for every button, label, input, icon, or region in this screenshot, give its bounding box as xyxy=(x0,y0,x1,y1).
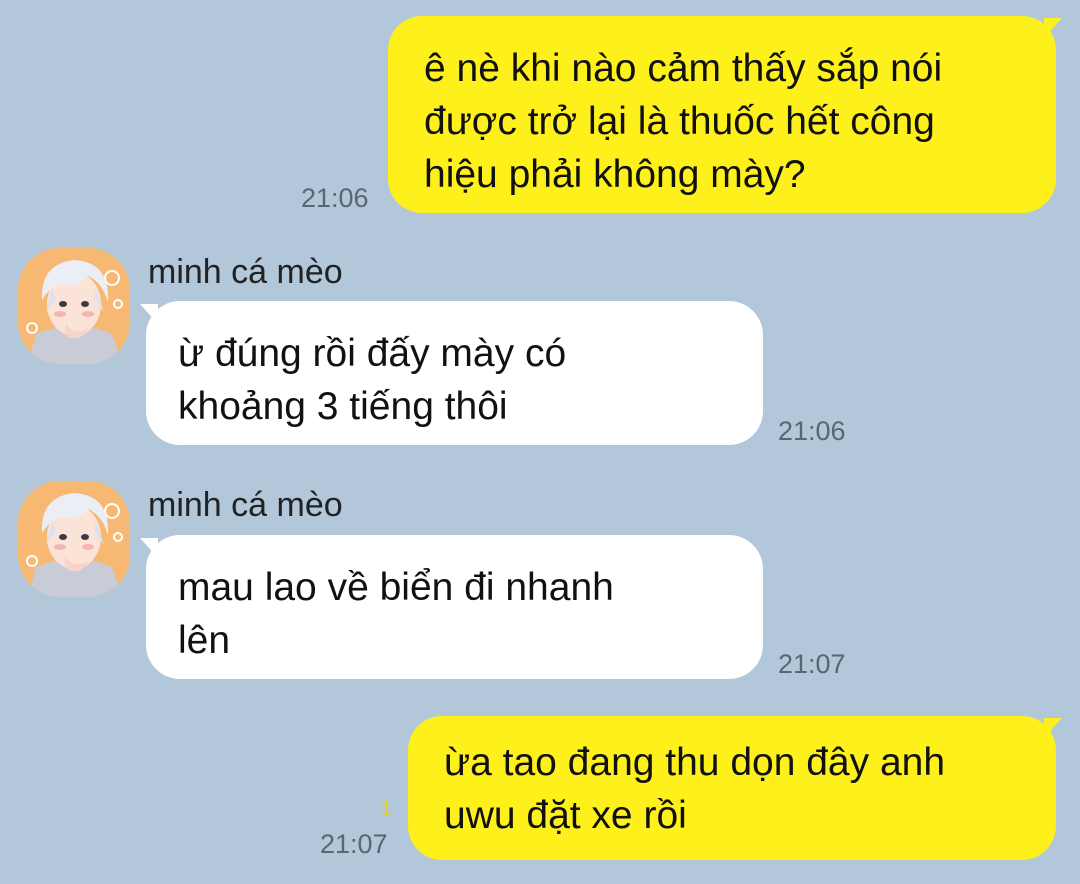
message-bubble[interactable]: ừa tao đang thu dọn đây anh uwu đặt xe r… xyxy=(408,716,1056,860)
bubble-tail xyxy=(1044,18,1062,38)
sender-name[interactable]: minh cá mèo xyxy=(148,486,343,525)
chat-message-list[interactable]: 21:06 ê nè khi nào cảm thấy sắp nói được… xyxy=(0,0,1080,884)
message-timestamp: 21:07 xyxy=(778,649,846,679)
message-bubble[interactable]: ừ đúng rồi đấy mày có khoảng 3 tiếng thô… xyxy=(146,301,763,445)
message-bubble[interactable]: ê nè khi nào cảm thấy sắp nói được trở l… xyxy=(388,16,1056,213)
anime-boy-avatar-icon xyxy=(18,481,130,597)
avatar[interactable] xyxy=(18,248,130,364)
bubble-tail xyxy=(1044,718,1062,738)
message-bubble[interactable]: mau lao về biển đi nhanh lên xyxy=(146,535,763,679)
unread-count: 1 xyxy=(380,796,393,821)
sender-name[interactable]: minh cá mèo xyxy=(148,253,343,292)
avatar[interactable] xyxy=(18,481,130,597)
message-timestamp: 21:06 xyxy=(301,183,369,213)
anime-boy-avatar-icon xyxy=(18,248,130,364)
message-timestamp: 21:07 xyxy=(320,829,388,859)
message-timestamp: 21:06 xyxy=(778,416,846,446)
